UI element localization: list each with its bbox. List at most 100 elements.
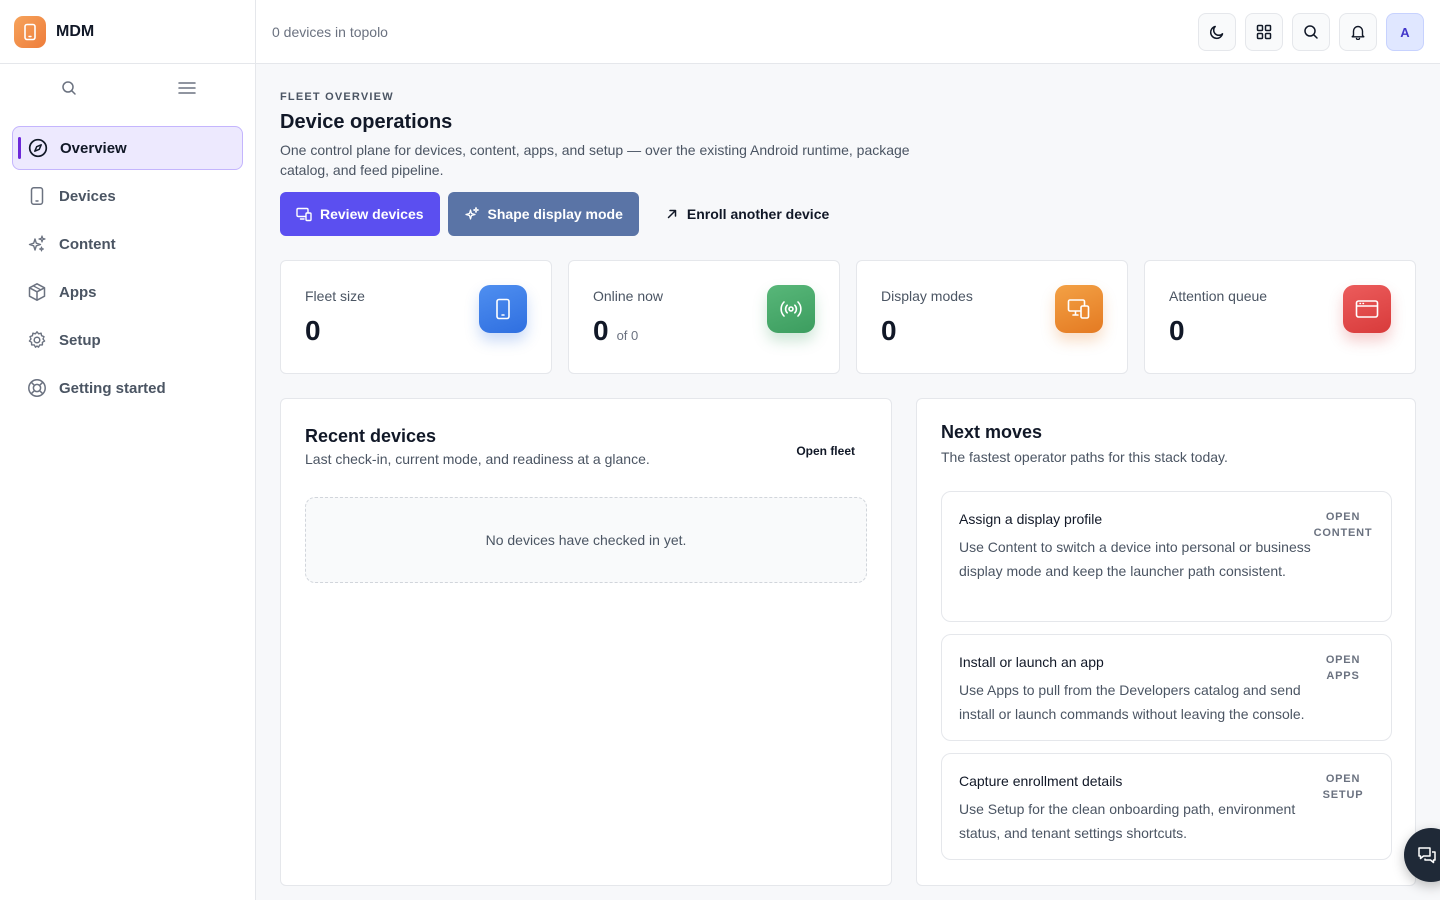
page-title: Device operations <box>280 111 453 133</box>
sidebar-item-content[interactable]: Content <box>12 222 243 266</box>
page-description: One control plane for devices, content, … <box>280 142 910 178</box>
stat-card-attention-queue: Attention queue 0 <box>1144 260 1416 374</box>
move-link-line: OPEN <box>1325 654 1361 666</box>
move-title: Install or launch an app <box>959 654 1104 670</box>
sidebar: MDM Overview Devices Content Apps Setup … <box>0 0 256 900</box>
stat-label: Fleet size <box>305 288 365 304</box>
menu-icon[interactable] <box>175 76 199 100</box>
stat-card-online-now: Online now 0 of 0 <box>568 260 840 374</box>
sidebar-item-overview[interactable]: Overview <box>12 126 243 170</box>
stats-row: Fleet size 0 Online now 0 of 0 Display mo… <box>280 260 1416 374</box>
sidebar-item-label: Content <box>59 235 116 253</box>
recent-devices-subtitle: Last check-in, current mode, and readine… <box>305 451 650 467</box>
compass-icon <box>27 137 49 159</box>
stat-number: 0 <box>1169 315 1185 346</box>
open-content-link[interactable]: OPEN CONTENT <box>1311 509 1375 541</box>
main-content: FLEET OVERVIEW Device operations One con… <box>280 64 1416 886</box>
move-title: Capture enrollment details <box>959 773 1123 789</box>
stat-value: 0 <box>305 315 321 347</box>
panels-row: Recent devices Last check-in, current mo… <box>280 398 1416 886</box>
sidebar-search-icon[interactable] <box>57 76 81 100</box>
apps-grid-button[interactable] <box>1245 13 1283 51</box>
sidebar-item-apps[interactable]: Apps <box>12 270 243 314</box>
move-card-display-profile[interactable]: Assign a display profile Use Content to … <box>941 491 1392 622</box>
topbar: 0 devices in topolo A <box>256 0 1440 64</box>
sidebar-item-label: Apps <box>59 283 97 301</box>
chat-icon <box>1418 847 1436 864</box>
move-link-line: CONTENT <box>1313 527 1373 539</box>
theme-toggle-button[interactable] <box>1198 13 1236 51</box>
gear-icon <box>26 329 48 351</box>
move-card-enrollment[interactable]: Capture enrollment details Use Setup for… <box>941 753 1392 860</box>
open-setup-link[interactable]: OPEN SETUP <box>1311 771 1375 803</box>
sidebar-item-label: Getting started <box>59 379 166 397</box>
stat-label: Display modes <box>881 288 973 304</box>
sparkles-icon <box>26 233 48 255</box>
stat-number: 0 <box>593 315 609 346</box>
enroll-device-label: Enroll another device <box>686 206 830 222</box>
open-fleet-link[interactable]: Open fleet <box>796 444 855 458</box>
recent-devices-title: Recent devices <box>305 426 437 446</box>
enroll-device-link[interactable]: Enroll another device <box>649 192 845 236</box>
sidebar-item-getting-started[interactable]: Getting started <box>12 366 243 410</box>
broadcast-icon <box>767 285 815 333</box>
box-icon <box>26 281 48 303</box>
phone-icon <box>26 185 48 207</box>
move-link-line: SETUP <box>1322 789 1364 801</box>
search-icon <box>1304 25 1318 39</box>
action-bar: Review devices Shape display mode Enroll… <box>280 192 1416 236</box>
stat-card-fleet-size: Fleet size 0 <box>280 260 552 374</box>
review-devices-button[interactable]: Review devices <box>280 192 440 236</box>
next-moves-subtitle: The fastest operator paths for this stac… <box>941 449 1228 465</box>
stat-label: Online now <box>593 288 664 304</box>
open-apps-link[interactable]: OPEN APPS <box>1311 652 1375 684</box>
move-card-install-app[interactable]: Install or launch an app Use Apps to pul… <box>941 634 1392 741</box>
review-devices-label: Review devices <box>320 206 424 222</box>
move-link-line: OPEN <box>1325 511 1361 523</box>
stat-number: 0 <box>881 315 897 346</box>
stat-card-display-modes: Display modes 0 <box>856 260 1128 374</box>
move-title: Assign a display profile <box>959 511 1103 527</box>
stat-label: Attention queue <box>1169 288 1268 304</box>
search-button[interactable] <box>1292 13 1330 51</box>
sidebar-item-setup[interactable]: Setup <box>12 318 243 362</box>
move-link-line: APPS <box>1326 670 1360 682</box>
sidebar-nav: Overview Devices Content Apps Setup Gett… <box>0 112 255 410</box>
tablet-icon <box>479 285 527 333</box>
sidebar-tools <box>0 64 255 112</box>
page-eyebrow: FLEET OVERVIEW <box>280 91 394 103</box>
grid-icon <box>1256 24 1272 40</box>
user-avatar[interactable]: A <box>1386 13 1424 51</box>
brand-name: MDM <box>56 22 95 40</box>
window-alert-icon <box>1343 285 1391 333</box>
sparkles-icon <box>464 206 480 222</box>
stat-value: 0 of 0 <box>593 315 638 347</box>
stat-value: 0 <box>1169 315 1185 347</box>
stat-subtext: of 0 <box>616 328 639 343</box>
next-moves-title: Next moves <box>941 422 1043 442</box>
next-moves-panel: Next moves The fastest operator paths fo… <box>916 398 1416 886</box>
topbar-actions: A <box>1198 13 1424 51</box>
sidebar-item-devices[interactable]: Devices <box>12 174 243 218</box>
bell-icon <box>1351 25 1365 40</box>
sidebar-item-label: Setup <box>59 331 101 349</box>
shape-display-mode-label: Shape display mode <box>487 206 623 222</box>
brand[interactable]: MDM <box>0 0 255 64</box>
moon-icon <box>1209 25 1224 40</box>
device-count-status: 0 devices in topolo <box>272 23 388 40</box>
notifications-button[interactable] <box>1339 13 1377 51</box>
stat-number: 0 <box>305 315 321 346</box>
move-description: Use Apps to pull from the Developers cat… <box>959 682 1305 722</box>
move-description: Use Content to switch a device into pers… <box>959 539 1311 579</box>
lifebuoy-icon <box>26 377 48 399</box>
stat-value: 0 <box>881 315 897 347</box>
arrow-up-right-icon <box>665 207 679 221</box>
devices-icon <box>296 206 312 222</box>
mdm-logo-icon <box>14 15 46 48</box>
move-description: Use Setup for the clean onboarding path,… <box>959 801 1296 841</box>
recent-devices-panel: Recent devices Last check-in, current mo… <box>280 398 892 886</box>
empty-state: No devices have checked in yet. <box>305 497 867 583</box>
move-link-line: OPEN <box>1325 773 1361 785</box>
sidebar-item-label: Overview <box>60 139 127 157</box>
shape-display-mode-button[interactable]: Shape display mode <box>447 192 639 236</box>
